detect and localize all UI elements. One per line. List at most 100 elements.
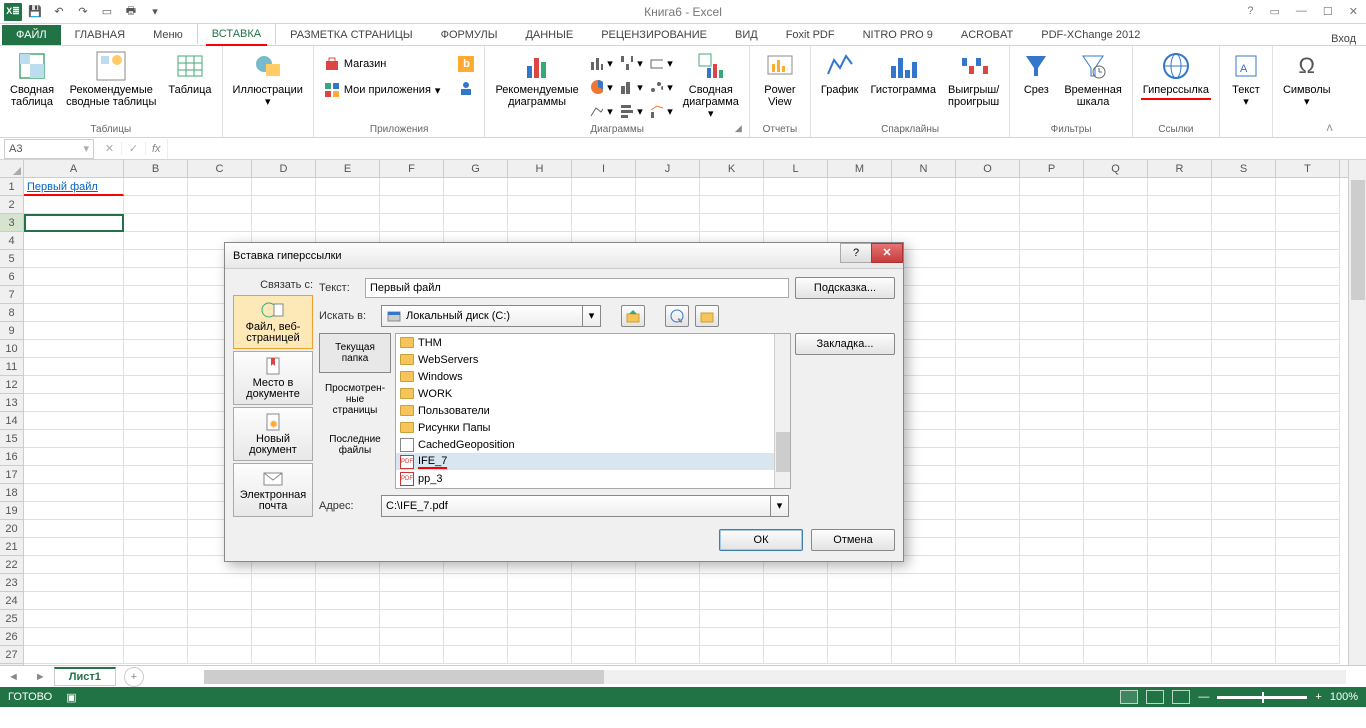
macro-record-icon[interactable]: ▣ <box>66 691 76 704</box>
row-header[interactable]: 11 <box>0 358 23 376</box>
cell[interactable] <box>1276 340 1340 358</box>
cell[interactable] <box>1212 628 1276 646</box>
bookmark-button[interactable]: Закладка... <box>795 333 895 355</box>
cell[interactable] <box>1020 358 1084 376</box>
cell[interactable] <box>188 196 252 214</box>
cell[interactable] <box>956 592 1020 610</box>
row-header[interactable]: 3 <box>0 214 23 232</box>
cell[interactable] <box>1276 286 1340 304</box>
tab-pdfx[interactable]: PDF-XChange 2012 <box>1027 25 1154 45</box>
cell[interactable] <box>572 592 636 610</box>
cell[interactable] <box>1212 448 1276 466</box>
cell[interactable] <box>444 214 508 232</box>
cell[interactable] <box>124 484 188 502</box>
cell[interactable]: Первый файл <box>24 178 124 196</box>
cell[interactable] <box>1212 268 1276 286</box>
tab-acrobat[interactable]: ACROBAT <box>947 25 1027 45</box>
enter-formula-icon[interactable]: ✓ <box>122 142 146 155</box>
column-header[interactable]: F <box>380 160 444 177</box>
symbols-button[interactable]: ΩСимволы▾ <box>1279 48 1335 110</box>
cell[interactable] <box>24 430 124 448</box>
cell[interactable] <box>24 376 124 394</box>
dialog-close-icon[interactable]: ✕ <box>871 243 903 263</box>
cell[interactable] <box>1084 250 1148 268</box>
cell[interactable] <box>956 268 1020 286</box>
cell[interactable] <box>892 592 956 610</box>
cell[interactable] <box>764 646 828 664</box>
cell[interactable] <box>1084 556 1148 574</box>
cell[interactable] <box>188 646 252 664</box>
cell[interactable] <box>764 178 828 196</box>
cell[interactable] <box>124 466 188 484</box>
cell[interactable] <box>1020 286 1084 304</box>
cell[interactable] <box>1020 448 1084 466</box>
cell[interactable] <box>1212 502 1276 520</box>
cell[interactable] <box>956 628 1020 646</box>
cell[interactable] <box>1212 394 1276 412</box>
column-header[interactable]: J <box>636 160 700 177</box>
cell[interactable] <box>316 196 380 214</box>
cell[interactable] <box>188 178 252 196</box>
cell[interactable] <box>956 196 1020 214</box>
cell[interactable] <box>1148 268 1212 286</box>
cell[interactable] <box>1084 448 1148 466</box>
cell[interactable] <box>1084 286 1148 304</box>
cell[interactable] <box>636 592 700 610</box>
cell[interactable] <box>1212 538 1276 556</box>
cell[interactable] <box>956 232 1020 250</box>
cell[interactable] <box>892 610 956 628</box>
row-header[interactable]: 6 <box>0 268 23 286</box>
cell[interactable] <box>1148 304 1212 322</box>
column-header[interactable]: I <box>572 160 636 177</box>
cell[interactable] <box>1276 592 1340 610</box>
cell[interactable] <box>1020 484 1084 502</box>
cell[interactable] <box>24 574 124 592</box>
cell[interactable] <box>124 430 188 448</box>
cell[interactable] <box>444 178 508 196</box>
cell[interactable] <box>1276 430 1340 448</box>
ok-button[interactable]: ОК <box>719 529 803 551</box>
cell[interactable] <box>444 592 508 610</box>
cell[interactable] <box>1148 556 1212 574</box>
cell[interactable] <box>1212 430 1276 448</box>
cell[interactable] <box>1020 430 1084 448</box>
pivot-table-button[interactable]: Сводная таблица <box>6 48 58 110</box>
cell[interactable] <box>636 178 700 196</box>
row-header[interactable]: 23 <box>0 574 23 592</box>
column-header[interactable]: L <box>764 160 828 177</box>
tab-layout[interactable]: РАЗМЕТКА СТРАНИЦЫ <box>276 25 426 45</box>
cell[interactable] <box>828 592 892 610</box>
row-header[interactable]: 22 <box>0 556 23 574</box>
cell[interactable] <box>1084 322 1148 340</box>
cell[interactable] <box>828 196 892 214</box>
pivot-chart-button[interactable]: Сводная диаграмма▾ <box>679 48 743 122</box>
cell[interactable] <box>1084 304 1148 322</box>
cell[interactable] <box>124 376 188 394</box>
cell[interactable] <box>444 574 508 592</box>
cell[interactable] <box>316 178 380 196</box>
link-to-new-doc[interactable]: ✹Новый документ <box>233 407 313 461</box>
cell[interactable] <box>1148 574 1212 592</box>
cell[interactable] <box>1020 394 1084 412</box>
maximize-icon[interactable]: ☐ <box>1319 5 1337 18</box>
file-list-item[interactable]: THM <box>396 334 790 351</box>
cell[interactable] <box>636 610 700 628</box>
cell[interactable] <box>124 592 188 610</box>
cell[interactable] <box>124 232 188 250</box>
cell[interactable] <box>1020 538 1084 556</box>
cell[interactable] <box>956 250 1020 268</box>
cell[interactable] <box>1276 610 1340 628</box>
cell[interactable] <box>1084 538 1148 556</box>
row-header[interactable]: 16 <box>0 448 23 466</box>
cell[interactable] <box>124 358 188 376</box>
save-icon[interactable]: 💾 <box>24 2 46 22</box>
cell[interactable] <box>188 592 252 610</box>
link-to-email[interactable]: Электронная почта <box>233 463 313 517</box>
cell[interactable] <box>828 214 892 232</box>
cell[interactable] <box>572 610 636 628</box>
cell[interactable] <box>24 250 124 268</box>
cell[interactable] <box>636 214 700 232</box>
column-header[interactable]: Q <box>1084 160 1148 177</box>
cell[interactable] <box>124 412 188 430</box>
cell[interactable] <box>1084 376 1148 394</box>
